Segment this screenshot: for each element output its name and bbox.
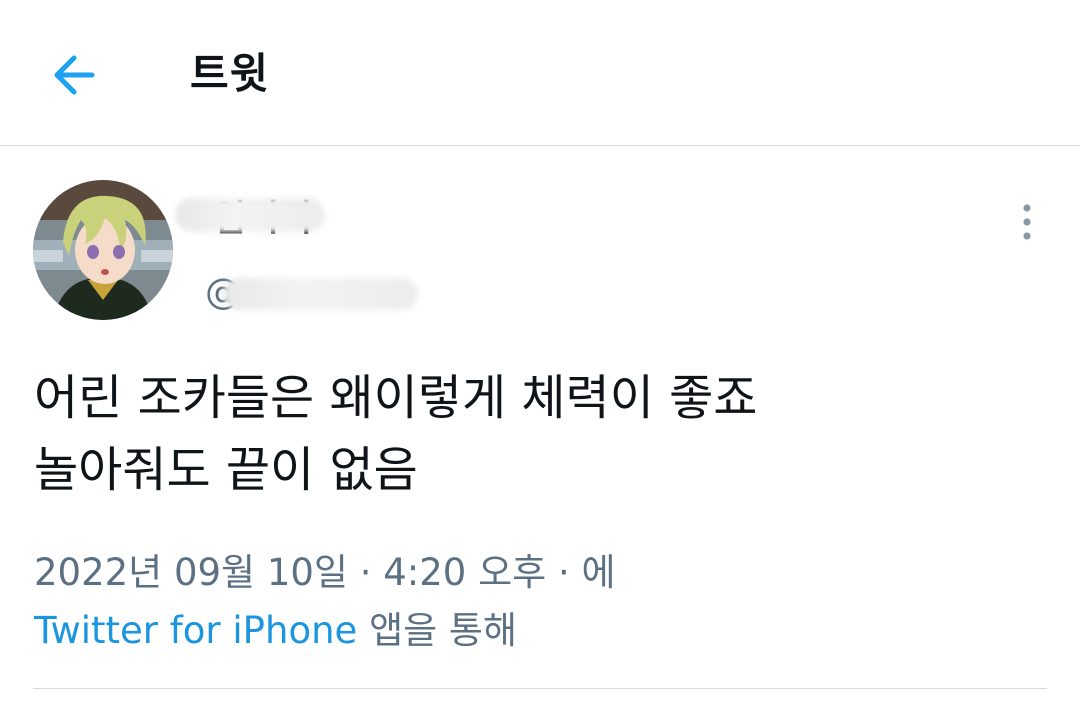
more-vertical-icon	[1023, 204, 1031, 240]
source-suffix: 앱을 통해	[357, 609, 517, 652]
source-app-link[interactable]: Twitter for iPhone	[34, 609, 357, 652]
tweet-timestamp: 2022년 09월 10일 · 4:20 오후 · 에	[34, 551, 616, 594]
tweet-meta: 2022년 09월 10일 · 4:20 오후 · 에 Twitter for …	[34, 544, 1044, 660]
tweet: 임지디 @ 어린 조카들은 왜이렇게 체력이 좋죠 놀아줘도 끝이 없음 202…	[0, 146, 1080, 705]
more-options-button[interactable]	[1010, 200, 1044, 244]
page-title: 트윗	[190, 49, 270, 98]
display-name[interactable]: 임지디	[175, 194, 335, 244]
avatar[interactable]	[33, 180, 173, 320]
tweet-text: 어린 조카들은 왜이렇게 체력이 좋죠 놀아줘도 끝이 없음	[34, 370, 758, 498]
redaction-blur	[223, 278, 418, 310]
divider	[33, 688, 1047, 689]
arrow-left-icon	[54, 55, 95, 95]
redaction-blur	[175, 198, 325, 232]
avatar-image	[33, 180, 173, 320]
back-button[interactable]	[44, 48, 104, 102]
user-handle[interactable]: @	[205, 268, 420, 318]
top-app-bar: 트윗	[0, 0, 1080, 146]
